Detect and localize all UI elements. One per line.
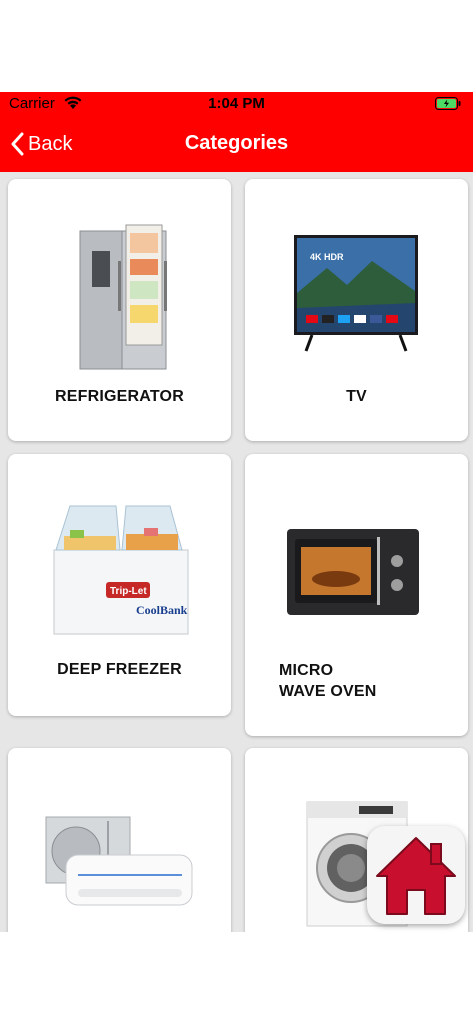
category-card-microwave-oven[interactable]: MICRO WAVE OVEN [245,454,468,736]
tv-hdr-text: 4K HDR [310,252,344,262]
navigation-bar: Back Categories [0,116,473,172]
category-grid: REFRIGERATOR 4K HDR TV Trip-Let CoolBank… [0,172,473,932]
home-button[interactable] [367,826,465,924]
microwave-oven-image [287,529,419,615]
category-card-refrigerator[interactable]: REFRIGERATOR [8,179,231,441]
freezer-brand-coolbank: CoolBank [136,603,188,617]
status-bar: Carrier 1:04 PM [0,92,473,116]
category-label-deep-freezer: DEEP FREEZER [57,661,182,678]
category-card-air-conditioner[interactable] [8,748,231,932]
tv-image: 4K HDR [294,235,418,352]
refrigerator-image [79,224,167,370]
category-label-refrigerator: REFRIGERATOR [55,388,184,405]
freezer-brand-tripet: Trip-Let [110,586,147,597]
category-card-deep-freezer[interactable]: Trip-Let CoolBank DEEP FREEZER [8,454,231,716]
battery-icon [435,97,461,114]
deep-freezer-image: Trip-Let CoolBank [53,505,189,635]
air-conditioner-image [45,816,193,906]
page-title: Categories [184,132,289,154]
category-label-tv: TV [346,388,367,405]
category-label-microwave-oven: MICRO WAVE OVEN [279,662,377,700]
category-card-tv[interactable]: 4K HDR TV [245,179,468,441]
home-icon [376,837,456,915]
clock: 1:04 PM [208,95,265,112]
